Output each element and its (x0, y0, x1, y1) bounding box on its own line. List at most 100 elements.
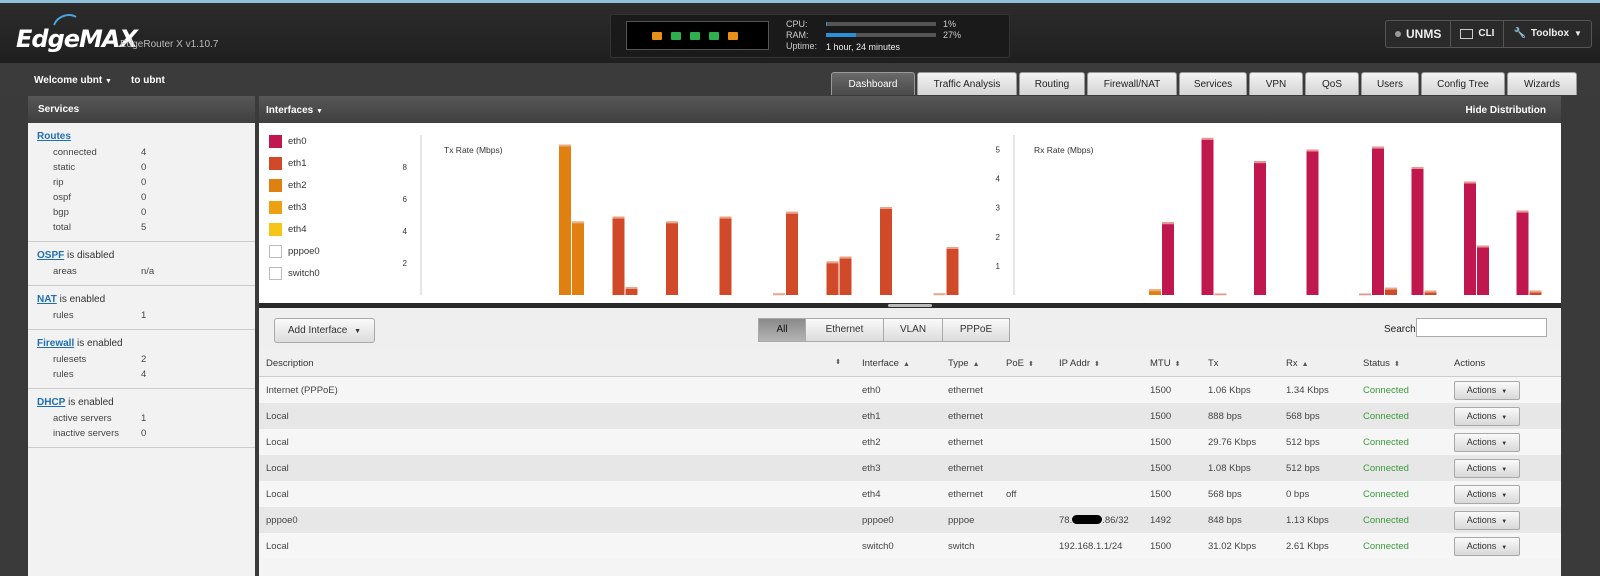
filter-vlan[interactable]: VLAN (883, 318, 943, 342)
row-key: total (53, 222, 71, 233)
bar-eth1-g1-b0[interactable] (612, 216, 625, 295)
cell-desc: Local (259, 429, 855, 455)
bar-eth1-g2-b0[interactable] (666, 221, 678, 295)
actions-button[interactable]: Actions ▼ (1454, 536, 1520, 556)
bar-eth0-g1-b0[interactable] (1201, 137, 1214, 295)
actions-button[interactable]: Actions ▼ (1454, 510, 1520, 530)
dhcp-link[interactable]: DHCP (37, 397, 65, 408)
actions-button[interactable]: Actions ▼ (1454, 458, 1520, 478)
legend-label: eth2 (288, 180, 307, 191)
cell-type: ethernet (941, 429, 999, 455)
bar-eth1-g5-b0[interactable] (826, 261, 839, 295)
bar-eth0-g7-b0[interactable] (1516, 210, 1529, 295)
table-row[interactable]: Local eth2 ethernet 1500 29.76 Kbps 512 bps Co… (259, 429, 1561, 455)
column-header-actions[interactable]: Actions (1447, 350, 1561, 377)
tab-vpn[interactable]: VPN (1249, 72, 1303, 95)
brand-logo[interactable]: EdgeMAX (16, 25, 138, 53)
cell-value: switch (948, 540, 975, 552)
table-row[interactable]: Internet (PPPoE) eth0 ethernet 1500 1.06 Kbp… (259, 376, 1561, 403)
tab-qos[interactable]: QoS (1305, 72, 1359, 95)
hide-distribution-button[interactable]: Hide Distribution (1465, 105, 1546, 116)
to-user-text: to ubnt (131, 75, 165, 86)
actions-button[interactable]: Actions ▼ (1454, 432, 1520, 452)
column-header-status[interactable]: Status ⬍ (1356, 350, 1447, 377)
legend-item-eth4[interactable]: eth4 (269, 223, 307, 236)
column-header-type[interactable]: Type ▲ (941, 350, 999, 377)
interfaces-menu[interactable]: Interfaces ▼ (266, 105, 323, 116)
tab-services[interactable]: Services (1179, 72, 1247, 95)
tab-wizards[interactable]: Wizards (1507, 72, 1577, 95)
bar-eth0-g0-b1[interactable] (1162, 222, 1174, 295)
column-header-poe[interactable]: PoE ⬍ (999, 350, 1052, 377)
bar-eth0-g3-b0[interactable] (1306, 149, 1319, 295)
actions-button[interactable]: Actions ▼ (1454, 484, 1520, 504)
legend-item-eth0[interactable]: eth0 (269, 135, 307, 148)
bar-eth0-g2-b0[interactable] (1254, 161, 1266, 295)
bar-eth0-g5-b0[interactable] (1411, 167, 1424, 295)
bar-cap (1162, 222, 1174, 225)
column-header-tx[interactable]: Tx (1201, 350, 1279, 377)
tab-firewall-nat[interactable]: Firewall/NAT (1087, 72, 1177, 95)
column-header-mtu[interactable]: MTU ⬍ (1143, 350, 1201, 377)
ospf-link[interactable]: OSPF (37, 250, 64, 261)
bar-eth1-g4-b1[interactable] (786, 211, 798, 295)
tab-routing[interactable]: Routing (1019, 72, 1085, 95)
column-header-description[interactable]: Description ⬍ (259, 350, 855, 377)
toolbox-label: Toolbox (1530, 28, 1570, 39)
bar-eth1-g6-b0[interactable] (880, 207, 892, 295)
tab-dashboard[interactable]: Dashboard (831, 72, 915, 95)
cell-value: 1492 (1150, 514, 1172, 526)
nat-link[interactable]: NAT (37, 294, 57, 305)
port-1-led-icon (671, 32, 681, 40)
cell-actions: Actions ▼ (1447, 455, 1561, 481)
filter-pppoe[interactable]: PPPoE (942, 318, 1010, 342)
legend-item-eth3[interactable]: eth3 (269, 201, 307, 214)
legend-item-eth1[interactable]: eth1 (269, 157, 307, 170)
firewall-row-rulesets: rulesets 2 (28, 352, 255, 367)
legend-item-switch0[interactable]: switch0 (269, 267, 320, 280)
legend-label: eth3 (288, 202, 307, 213)
actions-button[interactable]: Actions ▼ (1454, 380, 1520, 400)
row-key: connected (53, 147, 97, 158)
firewall-link[interactable]: Firewall (37, 338, 74, 349)
table-row[interactable]: pppoe0 pppoe0 pppoe 78. .86/32 1492 848 bps 1.1… (259, 507, 1561, 533)
cli-button[interactable]: CLI (1451, 21, 1505, 47)
column-header-interface[interactable]: Interface ▲ (855, 350, 941, 377)
tab-users[interactable]: Users (1361, 72, 1419, 95)
actions-button[interactable]: Actions ▼ (1454, 406, 1520, 426)
sort-icon: ⬍ (1393, 360, 1400, 368)
filter-all[interactable]: All (758, 318, 806, 342)
user-menu[interactable]: Welcome ubnt ▼ (34, 75, 112, 86)
toolbox-button[interactable]: 🔧 Toolbox ▼ (1504, 21, 1591, 47)
filter-ethernet[interactable]: Ethernet (805, 318, 884, 342)
cell-iface: eth2 (855, 429, 941, 455)
column-header-rx[interactable]: Rx ▲ (1279, 350, 1356, 377)
bar-eth1-g5-b1[interactable] (839, 256, 852, 295)
table-row[interactable]: Local switch0 switch 192.168.1.1/24 1500 31.0… (259, 533, 1561, 559)
search-input[interactable] (1416, 318, 1547, 337)
cpu-value: 1% (943, 19, 957, 29)
bar-eth1-g3-b0[interactable] (719, 216, 732, 295)
bar-eth0-g4-b1[interactable] (1372, 146, 1384, 295)
bar-eth2-g0-b0[interactable] (559, 144, 571, 295)
column-header-ip-addr[interactable]: IP Addr ⬍ (1052, 350, 1143, 377)
add-interface-button[interactable]: Add Interface ▼ (274, 318, 375, 343)
bar-eth0-g6-b0[interactable] (1464, 181, 1476, 295)
column-label: Status (1363, 357, 1390, 369)
table-row[interactable]: Local eth4 ethernet off 1500 568 bps 0 bps Conn… (259, 481, 1561, 507)
table-row[interactable]: Local eth1 ethernet 1500 888 bps 568 bps Conne… (259, 403, 1561, 429)
column-label: MTU (1150, 357, 1171, 369)
bar-eth1-g7-b1[interactable] (946, 247, 959, 295)
tab-config-tree[interactable]: Config Tree (1421, 72, 1505, 95)
routes-link[interactable]: Routes (37, 131, 71, 142)
legend-item-pppoe0[interactable]: pppoe0 (269, 245, 320, 258)
bar-eth0-g6-b1[interactable] (1477, 245, 1489, 295)
tab-traffic-analysis[interactable]: Traffic Analysis (917, 72, 1017, 95)
legend-item-eth2[interactable]: eth2 (269, 179, 307, 192)
bar-eth2-g0-b1[interactable] (572, 221, 584, 295)
cell-type: ethernet (941, 376, 999, 403)
table-row[interactable]: Local eth3 ethernet 1500 1.08 Kbps 512 bps Con… (259, 455, 1561, 481)
sort-icon: ⬍ (1027, 360, 1034, 368)
unms-button[interactable]: UNMS (1386, 21, 1452, 47)
splitter-handle[interactable] (888, 304, 932, 307)
